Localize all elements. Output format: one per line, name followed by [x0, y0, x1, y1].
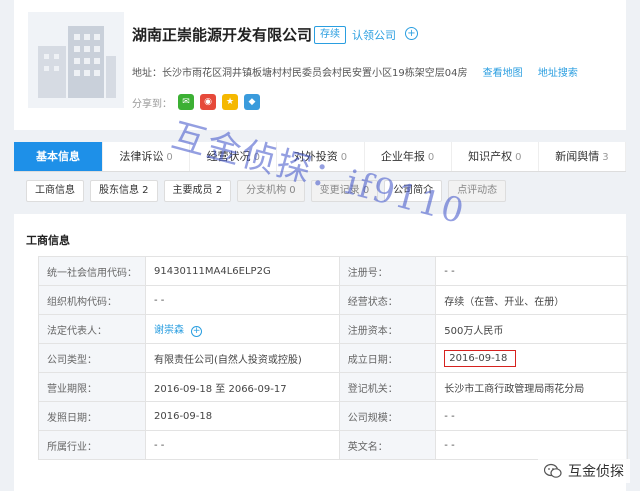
- tab-count: 3: [602, 152, 609, 163]
- company-size-value: - -: [435, 401, 628, 431]
- field-label: 公司规模：: [338, 401, 437, 431]
- field-label: 所属行业：: [38, 430, 146, 460]
- subtab-shareholders[interactable]: 股东信息 2: [90, 180, 158, 202]
- address-search-link[interactable]: 地址搜索: [538, 68, 578, 79]
- address-value: 长沙市雨花区洞井镇板塘村村民委员会村民安置小区19栋架空层04房: [162, 68, 468, 79]
- field-label: 组织机构代码：: [38, 285, 146, 315]
- business-info-table: 统一社会信用代码： 91430111MA4L6ELP2G 注册号： - - 组织…: [38, 256, 628, 460]
- subtab-reviews[interactable]: 点评动态: [448, 180, 507, 202]
- share-label: 分享到：: [132, 98, 172, 110]
- qq-icon[interactable]: ◆: [244, 94, 260, 110]
- subtab-branches[interactable]: 分支机构 0: [237, 180, 305, 202]
- wechat-account-name: 互金侦探: [568, 464, 624, 480]
- address-label: 地址：: [132, 68, 162, 79]
- field-label: 公司类型：: [38, 343, 146, 373]
- field-label: 营业期限：: [38, 372, 146, 402]
- business-info-card: 工商信息 统一社会信用代码： 91430111MA4L6ELP2G 注册号： -…: [14, 214, 628, 491]
- subtab-changes[interactable]: 变更记录 0: [310, 180, 379, 202]
- reg-number-value: - -: [435, 256, 628, 286]
- legal-rep-link[interactable]: 谢崇森: [154, 325, 184, 336]
- weibo-icon[interactable]: ◉: [200, 94, 216, 110]
- view-map-link[interactable]: 查看地图: [483, 68, 523, 79]
- registration-authority-value: 长沙市工商行政管理局雨花分局: [435, 372, 628, 402]
- tab-count: 0: [340, 152, 348, 163]
- company-name: 湖南正崇能源开发有限公司: [132, 26, 313, 44]
- tab-investments[interactable]: 对外投资 0: [277, 142, 365, 171]
- company-type-value: 有限责任公司(自然人投资或控股): [145, 343, 340, 373]
- company-header: 湖南正崇能源开发有限公司 存续 认领公司 + 地址：长沙市雨花区洞井镇板塘村村民…: [14, 0, 626, 130]
- tab-news[interactable]: 新闻舆情 3: [539, 142, 627, 171]
- tab-label: 企业年报: [380, 150, 425, 163]
- tab-label: 法律诉讼: [119, 150, 164, 163]
- tab-litigation[interactable]: 法律诉讼 0: [103, 142, 191, 171]
- wechat-logo-icon: [544, 463, 562, 478]
- tab-operations[interactable]: 经营状况 0: [190, 142, 278, 171]
- english-name-value: - -: [435, 430, 628, 460]
- table-row: 公司类型： 有限责任公司(自然人投资或控股) 成立日期： 2016-09-18: [38, 343, 628, 373]
- credit-code-value: 91430111MA4L6ELP2G: [145, 256, 340, 286]
- table-row: 组织机构代码： - - 经营状态： 存续（在营、开业、在册）: [38, 285, 628, 315]
- tab-count: 0: [166, 152, 173, 163]
- add-circle-icon[interactable]: +: [405, 27, 418, 40]
- wechat-icon[interactable]: ✉: [178, 94, 194, 110]
- tab-ip[interactable]: 知识产权 0: [452, 142, 539, 171]
- table-row: 所属行业： - - 英文名： - -: [38, 430, 628, 460]
- main-tabs: 基本信息 法律诉讼 0 经营状况 0 对外投资 0 企业年报 0 知识产权 0 新闻舆情 3: [14, 142, 627, 172]
- tab-label: 新闻舆情: [555, 150, 600, 163]
- tab-annual-report[interactable]: 企业年报 0: [365, 142, 452, 171]
- claim-company-link[interactable]: 认领公司: [352, 27, 396, 43]
- industry-value: - -: [145, 430, 340, 460]
- qzone-icon[interactable]: ★: [222, 94, 238, 110]
- sub-tabs: 工商信息 股东信息 2 主要成员 2 分支机构 0 变更记录 0 公司简介 点评…: [14, 180, 626, 202]
- subtab-business-info[interactable]: 工商信息: [26, 180, 84, 202]
- table-row: 营业期限： 2016-09-18 至 2066-09-17 登记机关： 长沙市工…: [38, 372, 628, 402]
- field-label: 登记机关：: [338, 372, 437, 402]
- field-label: 法定代表人：: [38, 314, 146, 344]
- tab-count: 0: [253, 152, 260, 163]
- field-label: 注册资本：: [338, 314, 437, 344]
- field-label: 成立日期：: [338, 343, 437, 373]
- table-row: 法定代表人： 谢崇森 + 注册资本： 500万人民币: [38, 314, 628, 344]
- issue-date-value: 2016-09-18: [145, 401, 340, 431]
- tab-count: 0: [515, 152, 522, 163]
- section-title: 工商信息: [26, 234, 70, 247]
- field-label: 英文名：: [338, 430, 437, 460]
- reg-capital-value: 500万人民币: [435, 314, 628, 344]
- field-label: 统一社会信用代码：: [38, 256, 146, 286]
- founding-date-cell: 2016-09-18: [435, 343, 628, 373]
- add-circle-icon[interactable]: +: [191, 326, 203, 337]
- operating-status-value: 存续（在营、开业、在册）: [435, 285, 628, 315]
- share-row: 分享到： ✉ ◉ ★ ◆: [132, 94, 260, 110]
- subtab-members[interactable]: 主要成员 2: [163, 180, 232, 202]
- table-row: 发照日期： 2016-09-18 公司规模： - -: [38, 401, 628, 431]
- org-code-value: - -: [145, 285, 340, 315]
- field-label: 经营状态：: [338, 285, 437, 315]
- subtab-profile[interactable]: 公司简介: [384, 180, 443, 202]
- founding-date-value: 2016-09-18: [444, 349, 517, 367]
- tab-label: 对外投资: [293, 150, 338, 163]
- wechat-account-mark: 互金侦探: [538, 459, 630, 483]
- tab-label: 基本信息: [36, 150, 80, 163]
- company-logo: [28, 12, 124, 108]
- field-label: 注册号：: [338, 256, 437, 286]
- status-badge: 存续: [314, 26, 346, 44]
- field-label: 发照日期：: [38, 401, 146, 431]
- tab-basic-info[interactable]: 基本信息: [14, 142, 103, 171]
- tab-count: 0: [427, 152, 435, 163]
- table-row: 统一社会信用代码： 91430111MA4L6ELP2G 注册号： - -: [38, 256, 628, 286]
- legal-rep-cell: 谢崇森 +: [145, 314, 340, 344]
- tab-label: 知识产权: [468, 150, 513, 163]
- address-row: 地址：长沙市雨花区洞井镇板塘村村民委员会村民安置小区19栋架空层04房 查看地图…: [132, 64, 578, 79]
- tab-label: 经营状况: [206, 150, 251, 163]
- business-term-value: 2016-09-18 至 2066-09-17: [145, 372, 340, 402]
